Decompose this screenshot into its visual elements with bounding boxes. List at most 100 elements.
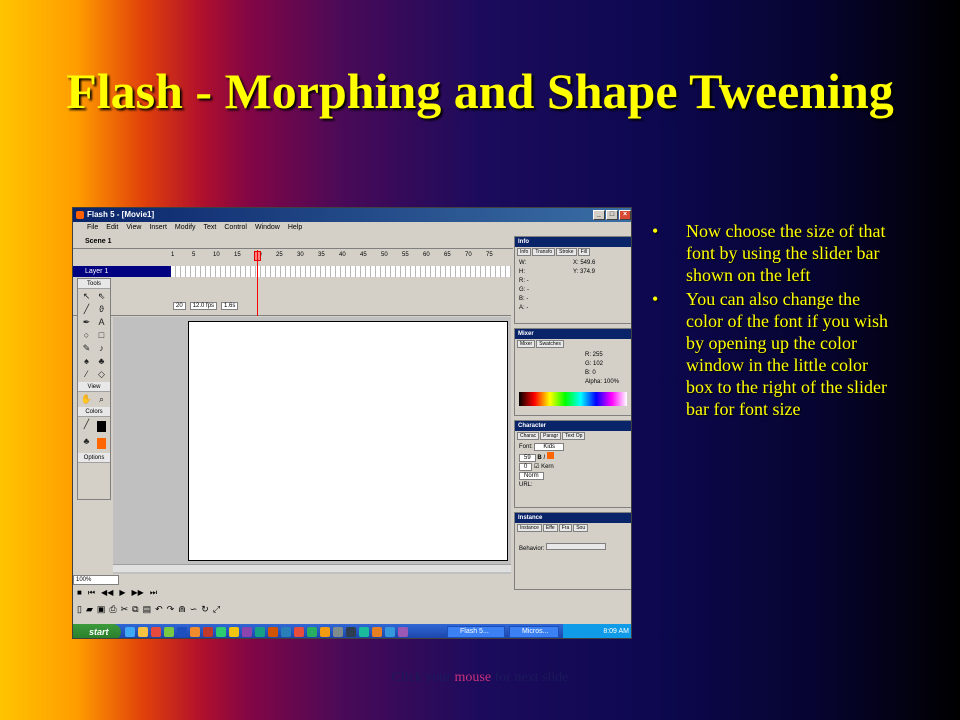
quick-launch-icon[interactable] xyxy=(164,627,174,637)
step-back-icon[interactable]: ◀◀ xyxy=(101,588,113,598)
tab-frame[interactable]: Fra xyxy=(558,524,573,532)
font-size-field[interactable]: 59 xyxy=(519,454,536,462)
behavior-select[interactable] xyxy=(546,543,607,550)
pencil-tool-icon[interactable]: ✎ xyxy=(80,343,93,354)
menu-text[interactable]: Text xyxy=(204,222,217,234)
arrow-tool-icon[interactable]: ↖ xyxy=(80,291,93,302)
tab-character[interactable]: Charac xyxy=(517,432,540,440)
maximize-button[interactable]: □ xyxy=(606,210,618,220)
paint-bucket-icon[interactable]: ♣ xyxy=(95,356,108,367)
mixer-blue[interactable]: B: 0 xyxy=(585,369,627,378)
open-file-icon[interactable]: ▰ xyxy=(86,604,93,615)
undo-icon[interactable]: ↶ xyxy=(155,604,163,615)
font-color-swatch[interactable] xyxy=(546,452,554,459)
next-slide-hint[interactable]: Click your mouse for next slide xyxy=(0,670,960,686)
zoom-select[interactable]: 100% xyxy=(73,575,119,585)
quick-launch-icon[interactable] xyxy=(216,627,226,637)
menu-insert[interactable]: Insert xyxy=(149,222,167,234)
tab-transform[interactable]: Transfo xyxy=(532,248,556,256)
subselect-tool-icon[interactable]: ⇖ xyxy=(95,291,108,302)
tab-effect[interactable]: Effe xyxy=(542,524,558,532)
rotate-icon[interactable]: ↻ xyxy=(201,604,209,615)
save-icon[interactable]: ▣ xyxy=(97,604,106,615)
mixer-alpha[interactable]: Alpha: 100% xyxy=(585,378,627,387)
dropper-tool-icon[interactable]: ⁄ xyxy=(80,369,93,380)
quick-launch-icon[interactable] xyxy=(125,627,135,637)
quick-launch-icon[interactable] xyxy=(281,627,291,637)
tab-info[interactable]: Info xyxy=(517,248,532,256)
fill-color-icon[interactable]: ♣ xyxy=(80,436,93,447)
font-select[interactable]: Kids xyxy=(534,443,565,451)
quick-launch-icon[interactable] xyxy=(138,627,148,637)
menu-edit[interactable]: Edit xyxy=(106,222,118,234)
menu-view[interactable]: View xyxy=(126,222,141,234)
paste-icon[interactable]: ▤ xyxy=(143,604,152,615)
step-forward-icon[interactable]: ▶▶ xyxy=(132,588,144,598)
quick-launch-icon[interactable] xyxy=(346,627,356,637)
quick-launch-icon[interactable] xyxy=(203,627,213,637)
quick-launch-icon[interactable] xyxy=(242,627,252,637)
stage-canvas[interactable] xyxy=(188,321,508,561)
quick-launch-icon[interactable] xyxy=(333,627,343,637)
print-icon[interactable]: ⎙ xyxy=(109,604,116,615)
pen-tool-icon[interactable]: ✒ xyxy=(80,317,93,328)
quick-launch-icon[interactable] xyxy=(255,627,265,637)
redo-icon[interactable]: ↷ xyxy=(167,604,175,615)
ink-bottle-icon[interactable]: ♠ xyxy=(80,356,93,367)
hand-tool-icon[interactable]: ✋ xyxy=(80,394,93,405)
tab-stroke[interactable]: Stroke xyxy=(556,248,577,256)
rectangle-tool-icon[interactable]: □ xyxy=(95,330,108,341)
quick-launch-icon[interactable] xyxy=(229,627,239,637)
eraser-tool-icon[interactable]: ◇ xyxy=(95,369,108,380)
copy-icon[interactable]: ⧉ xyxy=(132,604,138,615)
menu-window[interactable]: Window xyxy=(255,222,280,234)
kern-checkbox[interactable]: ☑ xyxy=(534,464,539,470)
menu-file[interactable]: File xyxy=(87,222,98,234)
oval-tool-icon[interactable]: ○ xyxy=(80,330,93,341)
line-tool-icon[interactable]: ╱ xyxy=(80,304,93,315)
quick-launch-icon[interactable] xyxy=(398,627,408,637)
cut-icon[interactable]: ✂ xyxy=(121,604,129,615)
fill-swatch[interactable] xyxy=(97,438,106,449)
menu-help[interactable]: Help xyxy=(288,222,302,234)
tab-instance[interactable]: Instance xyxy=(517,524,542,532)
new-file-icon[interactable]: ▯ xyxy=(77,604,82,615)
quick-launch-icon[interactable] xyxy=(359,627,369,637)
quick-launch-icon[interactable] xyxy=(294,627,304,637)
tab-sound[interactable]: Sou xyxy=(573,524,589,532)
play-icon[interactable]: ▶ xyxy=(119,588,125,598)
quick-launch-icon[interactable] xyxy=(190,627,200,637)
scale-icon[interactable]: ⤢ xyxy=(213,604,220,615)
quick-launch-icon[interactable] xyxy=(307,627,317,637)
rewind-icon[interactable]: ⏮ xyxy=(88,588,95,598)
quick-launch-icon[interactable] xyxy=(151,627,161,637)
quick-launch-icon[interactable] xyxy=(372,627,382,637)
quick-launch-icon[interactable] xyxy=(320,627,330,637)
scene-label[interactable]: Scene 1 xyxy=(85,238,111,245)
stop-icon[interactable]: ■ xyxy=(77,588,82,598)
stroke-color-icon[interactable]: ╱ xyxy=(80,419,93,430)
go-to-end-icon[interactable]: ⏭ xyxy=(150,588,157,598)
clock[interactable]: 8:09 AM xyxy=(603,628,629,635)
snap-icon[interactable]: ⋒ xyxy=(178,604,186,615)
quick-launch-icon[interactable] xyxy=(268,627,278,637)
taskbar-item-flash[interactable]: Flash 5... xyxy=(447,626,505,638)
start-button[interactable]: start xyxy=(73,624,121,638)
lasso-tool-icon[interactable]: ϑ xyxy=(95,304,108,315)
zoom-tool-icon[interactable]: ⌕ xyxy=(95,394,108,405)
layer-name[interactable]: Layer 1 xyxy=(73,266,171,277)
stroke-swatch[interactable] xyxy=(97,421,106,432)
taskbar-item-microsoft[interactable]: Micros... xyxy=(509,626,559,638)
tab-paragraph[interactable]: Paragr xyxy=(540,432,562,440)
tab-swatches[interactable]: Swatches xyxy=(536,340,564,348)
tab-text-options[interactable]: Text Op xyxy=(562,432,586,440)
mixer-green[interactable]: G: 102 xyxy=(585,360,627,369)
menu-control[interactable]: Control xyxy=(224,222,247,234)
baseline-select[interactable]: Norm xyxy=(519,472,544,480)
quick-launch-icon[interactable] xyxy=(177,627,187,637)
horizontal-scrollbar[interactable] xyxy=(113,564,511,572)
smooth-icon[interactable]: ∽ xyxy=(190,604,198,615)
quick-launch-icon[interactable] xyxy=(385,627,395,637)
layer-frames[interactable] xyxy=(171,266,511,277)
menu-modify[interactable]: Modify xyxy=(175,222,196,234)
